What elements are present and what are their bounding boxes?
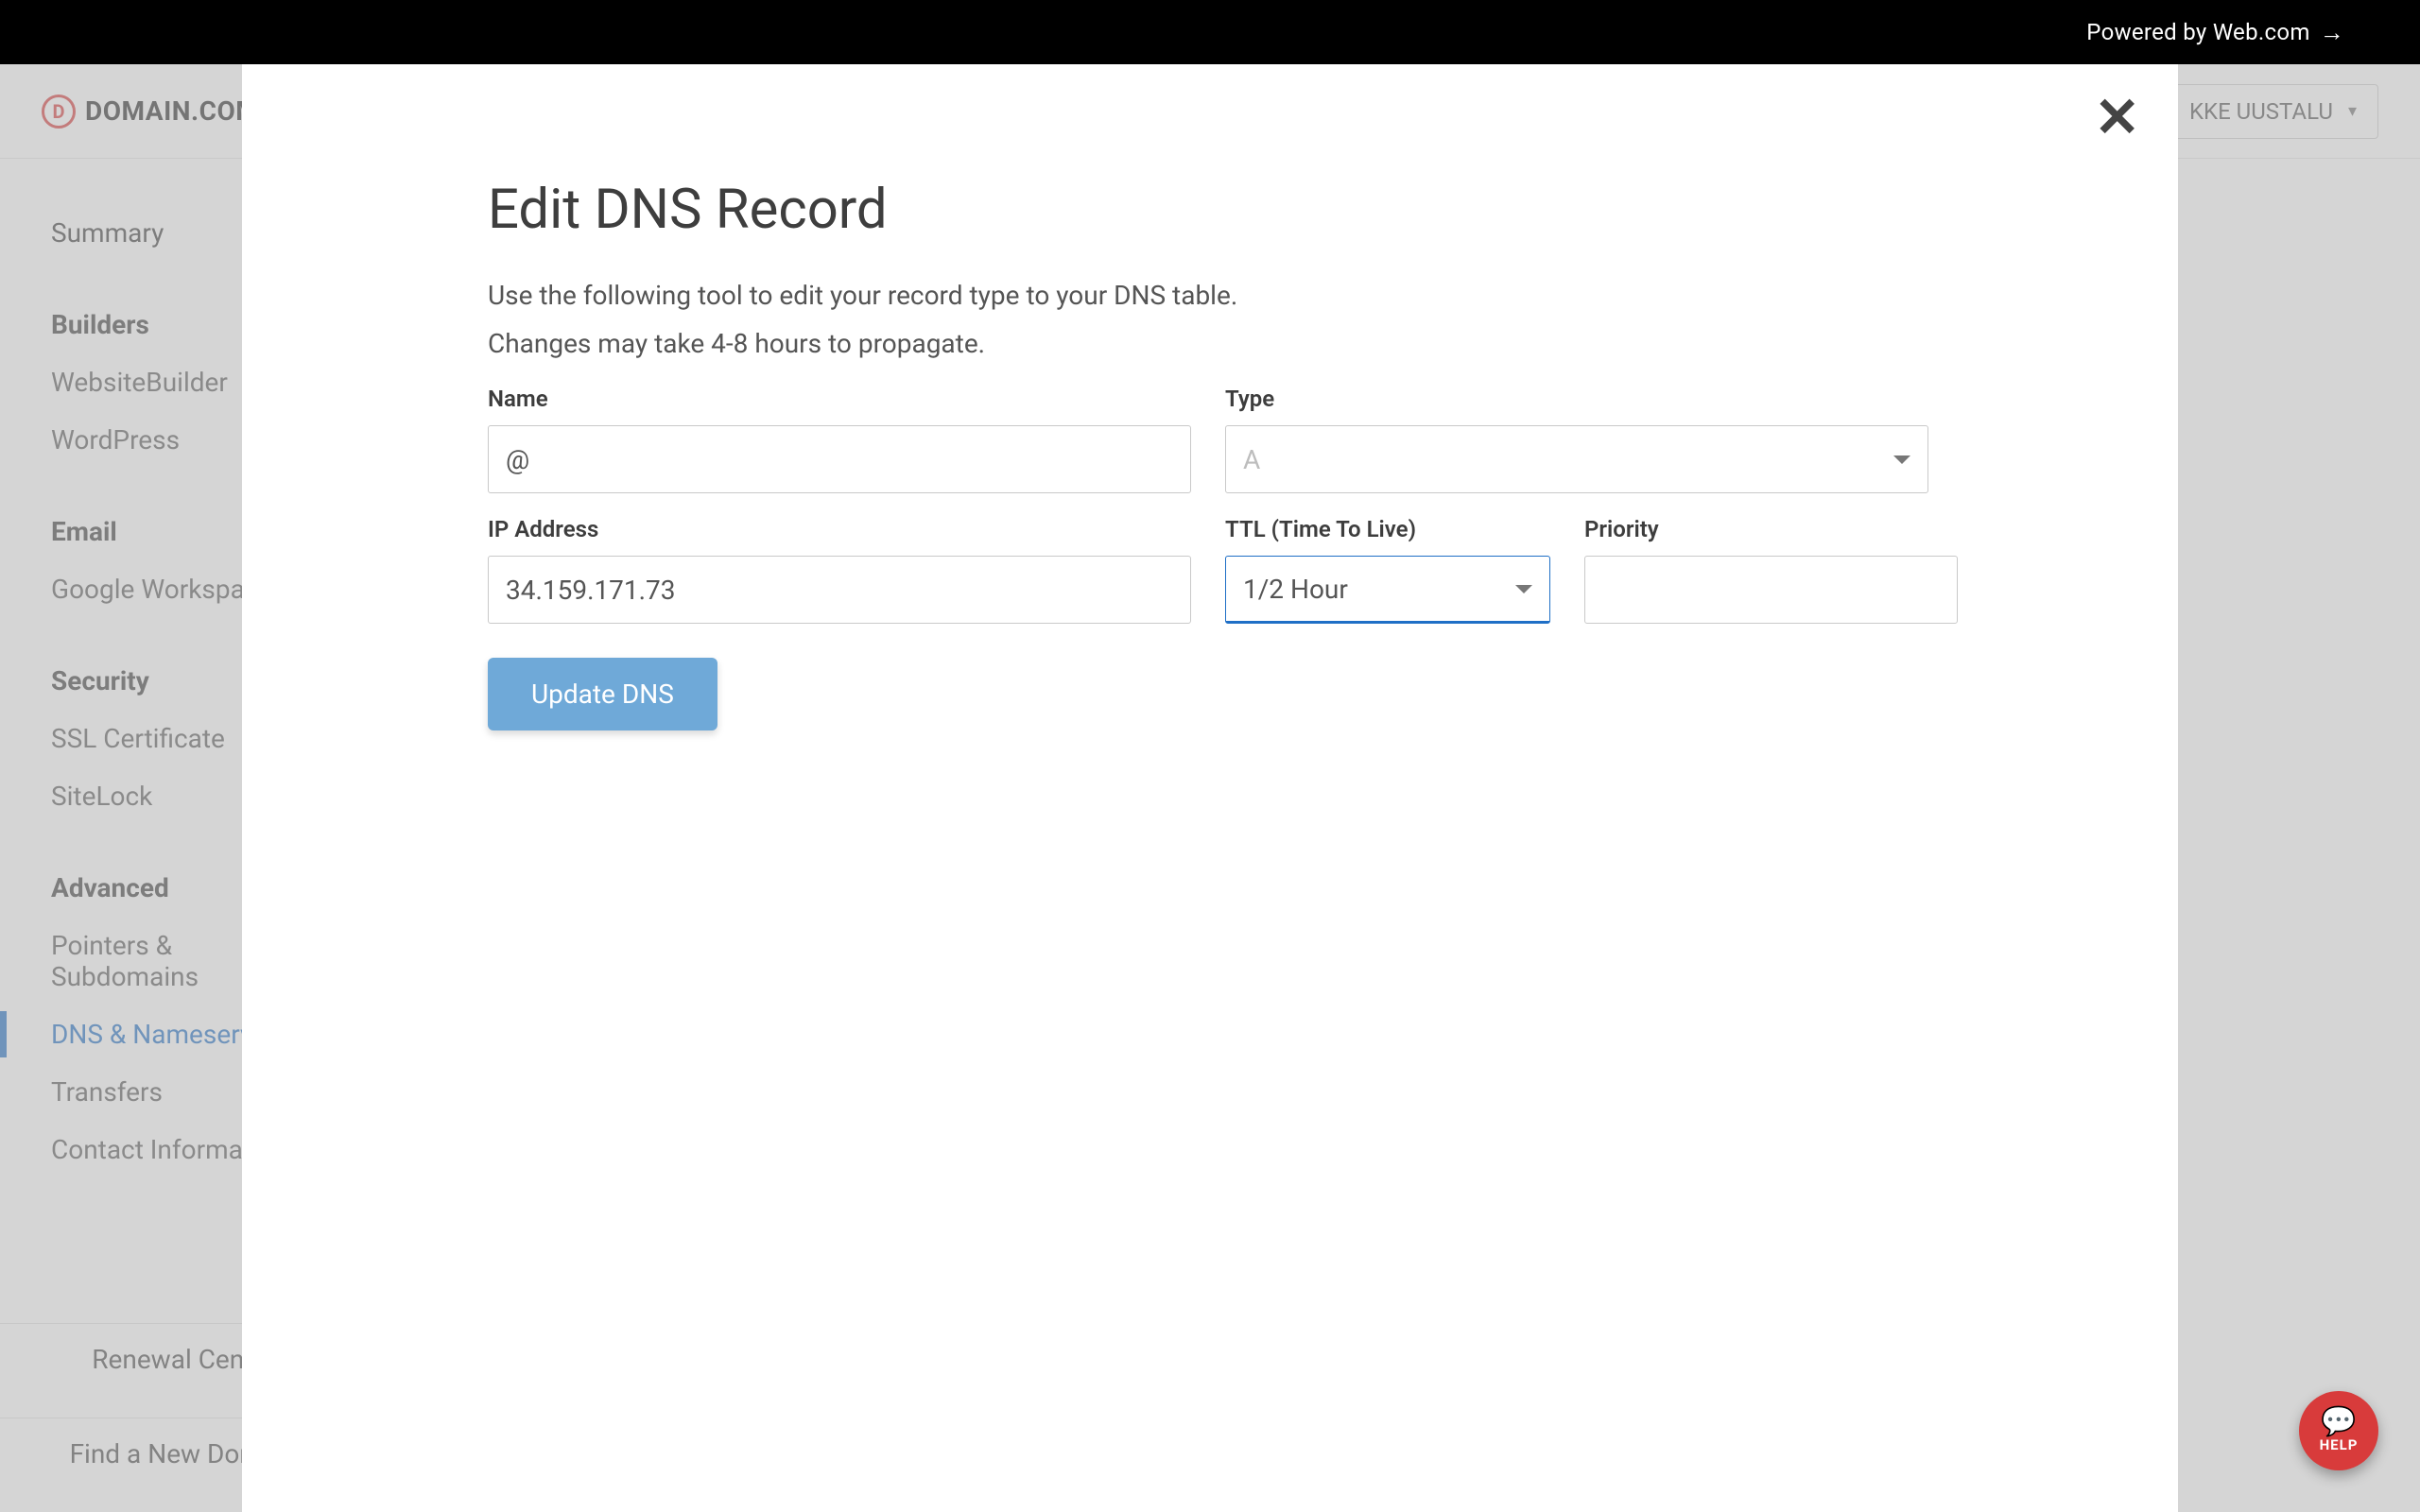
dns-form: Name Type A IP Address TTL (Time [488, 386, 1932, 730]
close-icon[interactable]: ✕ [2094, 91, 2140, 146]
select-ttl-value: 1/2 Hour [1243, 574, 1348, 605]
field-name: Name [488, 386, 1191, 493]
modal-description-2: Changes may take 4-8 hours to propagate. [488, 328, 1932, 359]
label-type: Type [1225, 386, 1928, 412]
field-type: Type A [1225, 386, 1928, 493]
powered-by-label[interactable]: Powered by Web.com [2086, 19, 2309, 45]
input-ip[interactable] [488, 556, 1191, 624]
select-ttl[interactable]: 1/2 Hour [1225, 556, 1550, 624]
chat-icon: 💬 [2321, 1408, 2356, 1436]
label-priority: Priority [1584, 516, 1958, 542]
field-ip: IP Address [488, 516, 1191, 624]
label-ttl: TTL (Time To Live) [1225, 516, 1550, 542]
select-type[interactable]: A [1225, 425, 1928, 493]
help-button[interactable]: 💬 HELP [2299, 1391, 2378, 1470]
update-dns-button[interactable]: Update DNS [488, 658, 717, 730]
modal-overlay: ✕ Edit DNS Record Use the following tool… [0, 64, 2420, 1512]
label-name: Name [488, 386, 1191, 412]
chevron-down-icon [1515, 585, 1532, 593]
chevron-down-icon [1893, 455, 1910, 464]
top-bar: Powered by Web.com → [0, 0, 2420, 64]
label-ip: IP Address [488, 516, 1191, 542]
arrow-right-icon: → [2320, 18, 2344, 47]
field-ttl: TTL (Time To Live) 1/2 Hour [1225, 516, 1550, 624]
modal-title: Edit DNS Record [488, 178, 1932, 242]
modal-description-1: Use the following tool to edit your reco… [488, 280, 1932, 311]
field-priority: Priority [1584, 516, 1958, 624]
input-name[interactable] [488, 425, 1191, 493]
help-label: HELP [2320, 1436, 2359, 1453]
input-priority[interactable] [1584, 556, 1958, 624]
select-type-value: A [1243, 444, 1260, 475]
edit-dns-modal: ✕ Edit DNS Record Use the following tool… [242, 64, 2178, 1512]
